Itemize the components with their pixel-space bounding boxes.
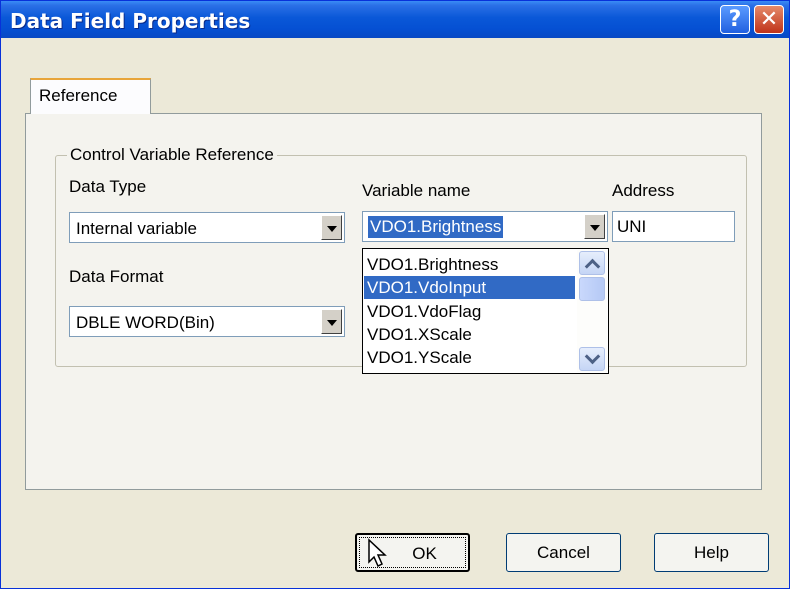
chevron-down-icon[interactable] [321, 215, 342, 240]
list-item[interactable]: VDO1.VdoFlag [364, 300, 575, 323]
address-label: Address [612, 181, 675, 200]
scroll-down-icon[interactable] [579, 347, 605, 371]
ok-button-label: OK [412, 544, 437, 563]
chevron-down-icon[interactable] [584, 214, 605, 239]
data-type-value: Internal variable [76, 219, 197, 238]
scroll-thumb[interactable] [579, 277, 605, 301]
address-field[interactable]: UNI [612, 211, 735, 242]
variable-name-label: Variable name [362, 181, 471, 200]
data-type-label: Data Type [69, 177, 147, 196]
title-bar[interactable]: Data Field Properties ? ✕ [1, 1, 789, 38]
data-format-select[interactable]: DBLE WORD(Bin) [69, 306, 345, 337]
help-icon[interactable]: ? [720, 5, 750, 34]
close-icon[interactable]: ✕ [754, 5, 784, 34]
list-item[interactable]: VDO1.Brightness [364, 253, 575, 276]
list-item[interactable]: VDO1.VdoInput [364, 276, 575, 299]
variable-name-value: VDO1.Brightness [368, 216, 504, 238]
mouse-pointer-icon [368, 538, 387, 568]
variable-name-select[interactable]: VDO1.Brightness [362, 211, 608, 242]
scroll-up-icon[interactable] [579, 251, 605, 275]
list-item[interactable]: VDO1.YScale [364, 346, 575, 369]
tab-reference[interactable]: Reference [30, 78, 151, 114]
group-title: Control Variable Reference [67, 145, 277, 165]
data-format-value: DBLE WORD(Bin) [76, 313, 215, 332]
address-value: UNI [617, 217, 647, 236]
tab-reference-label: Reference [39, 86, 118, 105]
dialog-window: Data Field Properties ? ✕ Reference Cont… [0, 0, 790, 589]
vertical-scrollbar[interactable] [577, 250, 607, 372]
data-format-label: Data Format [69, 267, 164, 286]
chevron-down-icon[interactable] [321, 309, 342, 334]
data-type-select[interactable]: Internal variable [69, 212, 345, 243]
variable-name-dropdown-list: VDO1.Brightness VDO1.VdoInput VDO1.VdoFl… [362, 248, 609, 374]
cancel-button[interactable]: Cancel [506, 533, 621, 572]
list-item[interactable]: VDO1.XScale [364, 323, 575, 346]
help-button[interactable]: Help [654, 533, 769, 572]
window-title: Data Field Properties [10, 9, 251, 33]
